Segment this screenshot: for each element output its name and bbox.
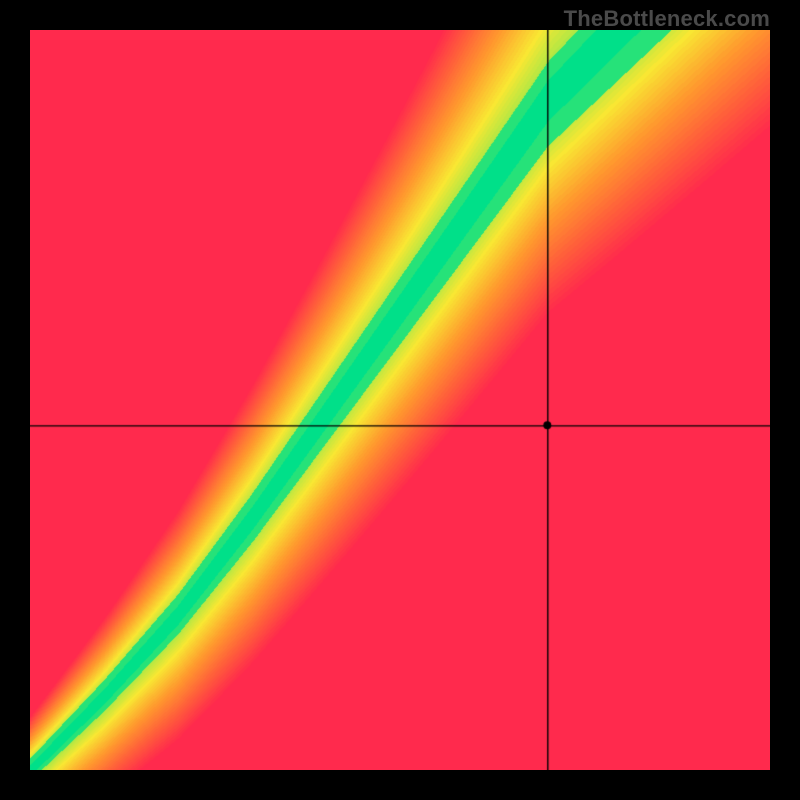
chart-frame: TheBottleneck.com — [0, 0, 800, 800]
heatmap-plot — [30, 30, 770, 770]
crosshair-overlay — [30, 30, 770, 770]
watermark-text: TheBottleneck.com — [564, 6, 770, 32]
